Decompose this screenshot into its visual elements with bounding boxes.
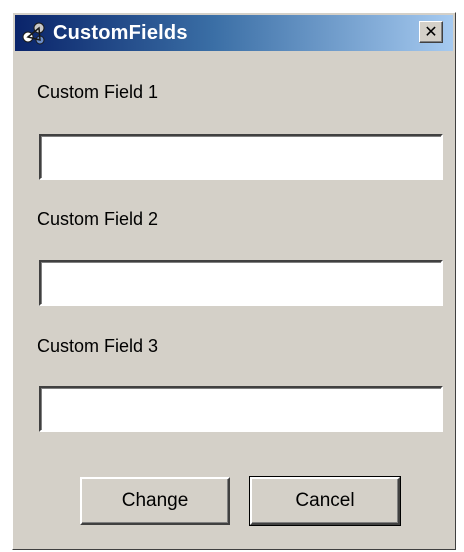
close-button[interactable]: ✕ — [419, 21, 443, 43]
custom-field-3-label: Custom Field 3 — [37, 336, 159, 356]
title-bar[interactable]: CustomFields ✕ — [15, 15, 453, 51]
close-icon: ✕ — [424, 22, 438, 41]
custom-field-1-input[interactable] — [39, 134, 443, 180]
app-icon — [19, 18, 49, 48]
customfields-dialog: CustomFields ✕ Custom Field 1 Custom Fie… — [12, 12, 456, 550]
change-button[interactable]: Change — [80, 477, 230, 525]
custom-field-2-input[interactable] — [39, 260, 443, 306]
window-title: CustomFields — [53, 21, 188, 44]
cancel-button[interactable]: Cancel — [249, 476, 401, 526]
custom-field-1-label: Custom Field 1 — [37, 82, 159, 102]
custom-field-3-input[interactable] — [39, 386, 443, 432]
custom-field-2-label: Custom Field 2 — [37, 209, 159, 229]
